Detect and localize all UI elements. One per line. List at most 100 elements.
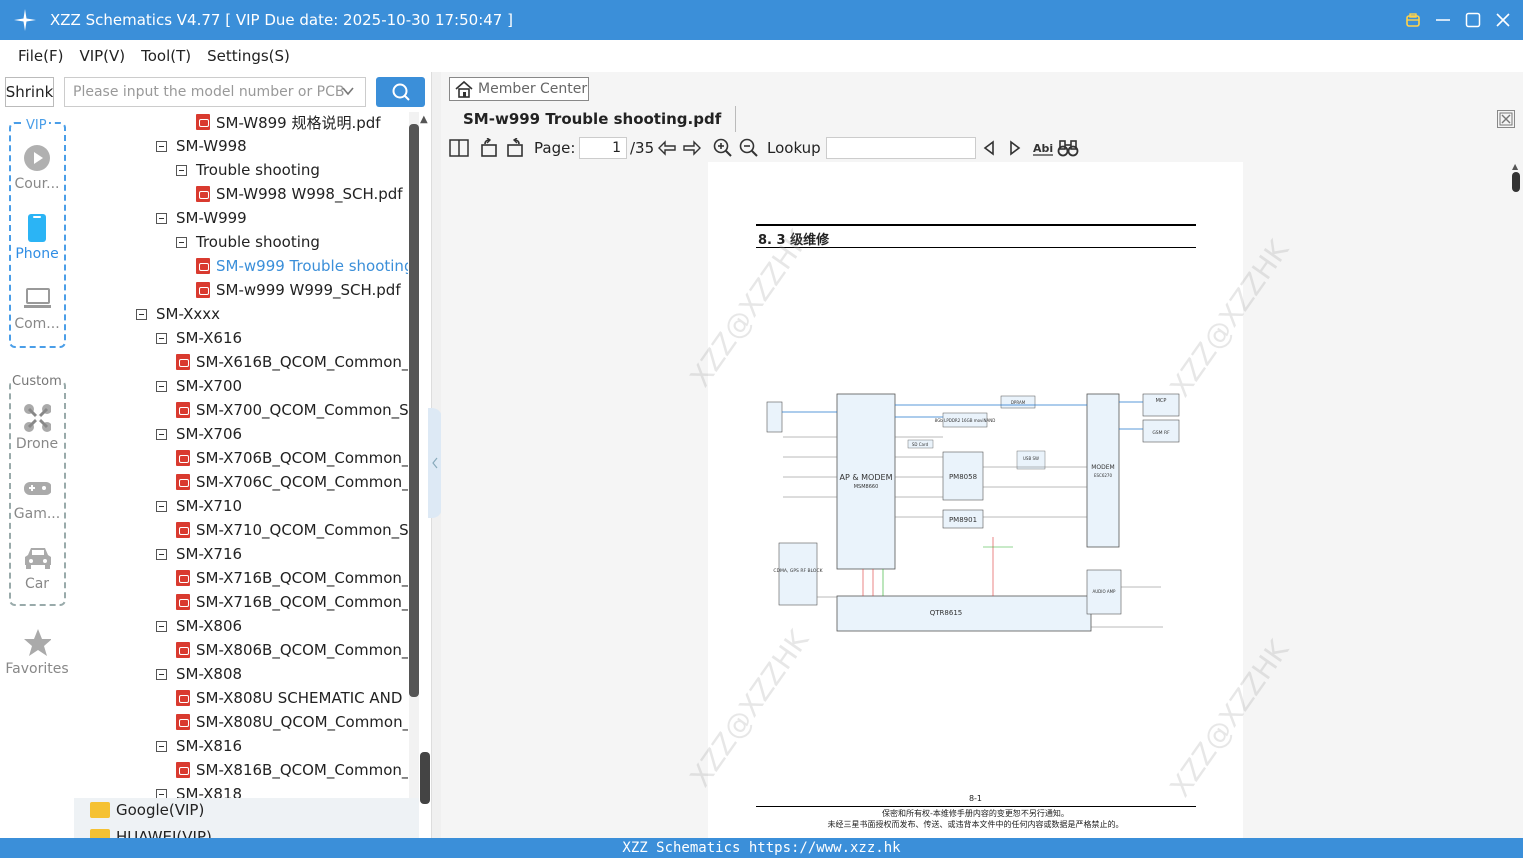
tree-item[interactable]: SM-X706C_QCOM_Common_Se bbox=[176, 470, 408, 494]
tree-item[interactable]: SM-W998 bbox=[156, 134, 247, 158]
custom-label: Custom bbox=[11, 374, 63, 389]
category-favorites[interactable]: Favorites bbox=[0, 629, 74, 677]
maximize-button[interactable] bbox=[1463, 10, 1483, 30]
zoom-out-icon[interactable] bbox=[739, 136, 759, 160]
tree-item[interactable]: SM-X616 bbox=[156, 326, 242, 350]
tree-item[interactable]: SM-X818 bbox=[156, 782, 242, 798]
tree-item[interactable]: SM-X816 bbox=[156, 734, 242, 758]
folder-google[interactable]: Google(VIP) bbox=[90, 801, 204, 819]
tree-item-selected[interactable]: SM-w999 Trouble shooting.pdf bbox=[196, 254, 408, 278]
pdf-viewer[interactable]: 8. 3 级维修 XZZ@XZZHK XZZ@XZZHK XZZ@XZZHK X… bbox=[441, 162, 1523, 838]
category-games[interactable]: Gam... bbox=[0, 474, 74, 522]
tree-item[interactable]: SM-W999 bbox=[156, 206, 247, 230]
scroll-up-icon[interactable]: ▲ bbox=[420, 114, 428, 125]
tree-item[interactable]: SM-X716 bbox=[156, 542, 242, 566]
search-button[interactable] bbox=[376, 77, 425, 107]
collapse-icon[interactable] bbox=[156, 140, 167, 152]
chevron-down-icon[interactable] bbox=[341, 84, 355, 102]
home-icon bbox=[455, 80, 473, 98]
collapse-icon[interactable] bbox=[156, 620, 167, 632]
tree-item[interactable]: SM-X616B_QCOM_Common_Se bbox=[176, 350, 408, 374]
tree-item[interactable]: SM-X710_QCOM_Common_Serv bbox=[176, 518, 408, 542]
tree-item[interactable]: SM-X808 bbox=[156, 662, 242, 686]
tree-item[interactable]: SM-W899 规格说明.pdf bbox=[196, 112, 381, 134]
category-label: Drone bbox=[15, 436, 59, 452]
tree-item[interactable]: SM-X710 bbox=[156, 494, 242, 518]
menu-settings[interactable]: Settings(S) bbox=[207, 47, 290, 65]
tree-item[interactable]: SM-w999 W999_SCH.pdf bbox=[196, 278, 401, 302]
tree-item[interactable]: SM-X806B_QCOM_Common_Se bbox=[176, 638, 408, 662]
tree-item[interactable]: SM-Xxxx bbox=[136, 302, 220, 326]
document-tab[interactable]: SM-w999 Trouble shooting.pdf bbox=[449, 106, 737, 132]
lookup-input[interactable] bbox=[826, 137, 976, 159]
panel-collapse-handle[interactable] bbox=[428, 408, 442, 518]
collapse-icon[interactable] bbox=[156, 500, 167, 512]
match-case-icon[interactable]: Abi bbox=[1031, 136, 1055, 160]
collapse-icon[interactable] bbox=[136, 308, 147, 320]
viewer-scrollbar-thumb[interactable] bbox=[1512, 172, 1520, 192]
tree-item[interactable]: Trouble shooting bbox=[176, 158, 320, 182]
collapse-icon[interactable] bbox=[156, 212, 167, 224]
tree-scrollbar[interactable] bbox=[409, 112, 419, 798]
rotate-left-icon[interactable] bbox=[479, 136, 499, 160]
collapse-icon[interactable] bbox=[156, 332, 167, 344]
tree-item[interactable]: SM-X806 bbox=[156, 614, 242, 638]
tree-item[interactable]: SM-X706B_QCOM_Common_Se bbox=[176, 446, 408, 470]
tree-item[interactable]: Trouble shooting bbox=[176, 230, 320, 254]
find-previous-icon[interactable] bbox=[981, 136, 997, 160]
pdf-icon bbox=[176, 690, 190, 706]
collapse-icon[interactable] bbox=[156, 548, 167, 560]
pdf-footer-line2: 未经三星书面授权而发布、传送、或违背本文件中的任何内容或数据是严格禁止的。 bbox=[827, 820, 1124, 829]
collapse-icon[interactable] bbox=[176, 236, 187, 248]
previous-page-icon[interactable] bbox=[656, 136, 678, 160]
scroll-up-icon[interactable]: ▲ bbox=[1512, 162, 1518, 171]
zoom-in-icon[interactable] bbox=[713, 136, 733, 160]
member-center-button[interactable]: Member Center bbox=[449, 77, 589, 101]
close-button[interactable] bbox=[1493, 10, 1513, 30]
collapse-icon[interactable] bbox=[156, 740, 167, 752]
block-modem: MODEM bbox=[1091, 464, 1115, 471]
tree-scrollbar-thumb[interactable] bbox=[409, 124, 419, 697]
minimize-button[interactable] bbox=[1433, 10, 1453, 30]
menu-tool[interactable]: Tool(T) bbox=[141, 47, 191, 65]
outer-scrollbar-thumb[interactable] bbox=[420, 752, 430, 804]
watermark: XZZ@XZZHK bbox=[1163, 634, 1296, 803]
tree-item[interactable]: SM-X700 bbox=[156, 374, 242, 398]
pdf-icon bbox=[196, 186, 210, 202]
tree-item[interactable]: SM-W998 W998_SCH.pdf bbox=[196, 182, 403, 206]
sidebar-toggle-icon[interactable] bbox=[449, 136, 469, 160]
search-input[interactable]: Please input the model number or PCB bbox=[64, 77, 366, 107]
tree-item[interactable]: SM-X716B_QCOM_Common_Se bbox=[176, 590, 408, 614]
category-drone[interactable]: Drone bbox=[0, 404, 74, 452]
find-next-icon[interactable] bbox=[1007, 136, 1023, 160]
collapse-icon[interactable] bbox=[156, 380, 167, 392]
category-computer[interactable]: Com... bbox=[0, 284, 74, 332]
next-page-icon[interactable] bbox=[681, 136, 703, 160]
tree-item[interactable]: SM-X716B_QCOM_Common_Se bbox=[176, 566, 408, 590]
laptop-icon bbox=[23, 284, 51, 312]
menu-vip[interactable]: VIP(V) bbox=[79, 47, 125, 65]
close-tab-icon[interactable] bbox=[1497, 110, 1515, 128]
menu-bar: File(F) VIP(V) Tool(T) Settings(S) bbox=[0, 40, 1523, 72]
tree-item[interactable]: SM-X706 bbox=[156, 422, 242, 446]
collapse-icon[interactable] bbox=[156, 668, 167, 680]
collapse-icon[interactable] bbox=[156, 428, 167, 440]
tree-item[interactable]: SM-X808U SCHEMATIC AND PC bbox=[176, 686, 408, 710]
collapse-icon[interactable] bbox=[176, 164, 187, 176]
category-phone[interactable]: Phone bbox=[0, 214, 74, 262]
rotate-right-icon[interactable] bbox=[505, 136, 525, 160]
shrink-button[interactable]: Shrink bbox=[5, 77, 54, 107]
viewer-scrollbar[interactable]: ▲ bbox=[1509, 162, 1523, 838]
vip-bag-icon[interactable] bbox=[1403, 10, 1423, 30]
tree-item[interactable]: SM-X816B_QCOM_Common_Se bbox=[176, 758, 408, 782]
tree-item[interactable]: SM-X700_QCOM_Common_Serv bbox=[176, 398, 408, 422]
binoculars-icon[interactable] bbox=[1057, 136, 1079, 160]
category-courses[interactable]: Cour... bbox=[0, 144, 74, 192]
collapse-icon[interactable] bbox=[156, 788, 167, 798]
left-panel: Shrink Please input the model number or … bbox=[0, 72, 432, 846]
page-number-input[interactable]: 1 bbox=[579, 137, 627, 159]
tree-item[interactable]: SM-X808U_QCOM_Common_Se bbox=[176, 710, 408, 734]
lookup-label: Lookup bbox=[767, 139, 821, 157]
category-car[interactable]: Car bbox=[0, 544, 74, 592]
menu-file[interactable]: File(F) bbox=[18, 47, 63, 65]
